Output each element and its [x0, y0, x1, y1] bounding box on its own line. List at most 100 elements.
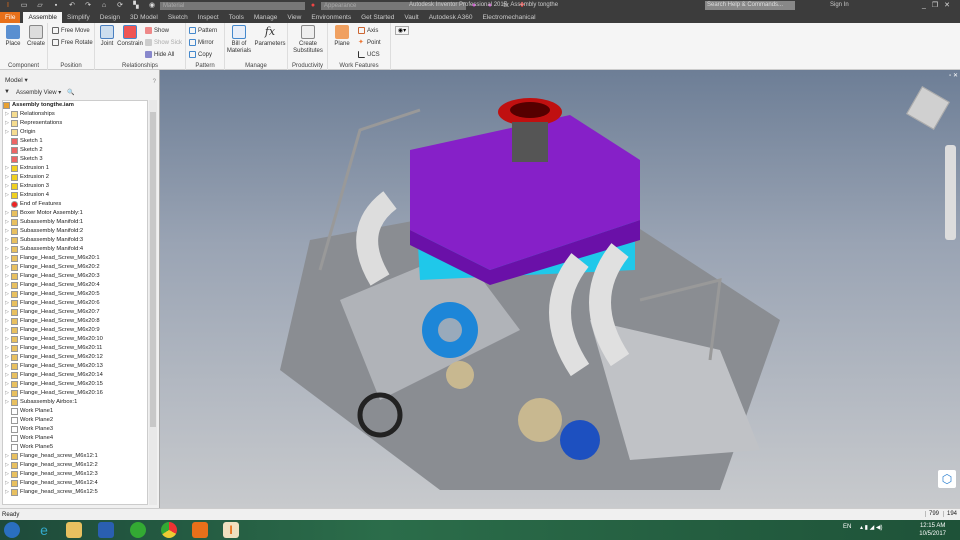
- tab-a360[interactable]: Autodesk A360: [424, 12, 478, 23]
- expand-icon[interactable]: ▷: [3, 470, 11, 479]
- tree-item[interactable]: ▷ Flange_Head_Screw_M6x20:6: [3, 299, 147, 308]
- media-player-icon[interactable]: [98, 522, 114, 538]
- foxit-icon[interactable]: [192, 522, 208, 538]
- expand-icon[interactable]: ▷: [3, 263, 11, 272]
- restore-button[interactable]: ❐: [932, 2, 944, 9]
- tree-item[interactable]: ▷ Subassembly Manifold:4: [3, 245, 147, 254]
- expand-icon[interactable]: ▷: [3, 182, 11, 191]
- tab-inspect[interactable]: Inspect: [193, 12, 224, 23]
- coccoc-icon[interactable]: [130, 522, 146, 538]
- tree-item[interactable]: ▷ Flange_Head_Screw_M6x20:10: [3, 335, 147, 344]
- tree-item[interactable]: Work Plane2: [3, 416, 147, 425]
- tab-manage[interactable]: Manage: [249, 12, 283, 23]
- explorer-icon[interactable]: [66, 522, 82, 538]
- assembly-view-dropdown[interactable]: Assembly View ▾: [16, 89, 61, 96]
- tree-item[interactable]: ▷ Subassembly Manifold:1: [3, 218, 147, 227]
- position-panel-label[interactable]: Position: [48, 63, 94, 69]
- tree-item[interactable]: Work Plane5: [3, 443, 147, 452]
- create-substitutes-button[interactable]: Create Substitutes: [290, 25, 326, 55]
- tree-item[interactable]: Sketch 2: [3, 146, 147, 155]
- expand-icon[interactable]: ▷: [3, 119, 11, 128]
- ie-icon[interactable]: e: [36, 522, 52, 538]
- tab-3d-model[interactable]: 3D Model: [125, 12, 163, 23]
- expand-icon[interactable]: ▷: [3, 461, 11, 470]
- free-rotate-button[interactable]: Free Rotate: [52, 39, 93, 46]
- free-move-button[interactable]: Free Move: [52, 27, 90, 34]
- tree-item[interactable]: ▷ Flange_Head_Screw_M6x20:11: [3, 344, 147, 353]
- show-button[interactable]: Show: [145, 27, 169, 34]
- expand-icon[interactable]: ▷: [3, 398, 11, 407]
- app-icon[interactable]: I: [3, 2, 13, 10]
- inventor-icon[interactable]: I: [223, 522, 239, 538]
- joint-button[interactable]: Joint: [97, 25, 117, 48]
- tree-item[interactable]: ▷ Flange_Head_Screw_M6x20:4: [3, 281, 147, 290]
- tree-item[interactable]: ▷ Flange_Head_Screw_M6x20:8: [3, 317, 147, 326]
- pattern-panel-label[interactable]: Pattern: [186, 63, 224, 69]
- tab-assemble[interactable]: Assemble: [23, 12, 63, 23]
- expand-icon[interactable]: ▷: [3, 245, 11, 254]
- expand-icon[interactable]: ▷: [3, 317, 11, 326]
- tree-item[interactable]: ▷ Subassembly Airbox:1: [3, 398, 147, 407]
- tree-item[interactable]: ▷ Flange_head_screw_M6x12:3: [3, 470, 147, 479]
- minimize-button[interactable]: _: [922, 2, 932, 9]
- plane-button[interactable]: Plane: [331, 25, 353, 48]
- hide-all-button[interactable]: Hide All: [145, 51, 174, 58]
- expand-icon[interactable]: ▷: [3, 335, 11, 344]
- expand-icon[interactable]: ▷: [3, 254, 11, 263]
- tree-item[interactable]: End of Features: [3, 200, 147, 209]
- expand-icon[interactable]: ▷: [3, 299, 11, 308]
- tree-item[interactable]: ▷ Flange_Head_Screw_M6x20:16: [3, 389, 147, 398]
- home-icon[interactable]: ⌂: [99, 2, 109, 10]
- expand-icon[interactable]: ▷: [3, 308, 11, 317]
- parameters-button[interactable]: fx Parameters: [253, 25, 287, 48]
- select-icon[interactable]: ▚: [131, 2, 141, 10]
- expand-icon[interactable]: ▷: [3, 290, 11, 299]
- tree-item[interactable]: ▷ Flange_head_screw_M6x12:4: [3, 479, 147, 488]
- expand-icon[interactable]: ▷: [3, 452, 11, 461]
- language-indicator[interactable]: EN: [843, 524, 851, 530]
- material-dropdown[interactable]: Material: [160, 1, 305, 10]
- tree-item[interactable]: ▷ Flange_Head_Screw_M6x20:2: [3, 263, 147, 272]
- new-icon[interactable]: ▭: [19, 2, 29, 10]
- tree-item[interactable]: ▷ Flange_Head_Screw_M6x20:9: [3, 326, 147, 335]
- tree-item[interactable]: Work Plane1: [3, 407, 147, 416]
- tree-item[interactable]: Sketch 1: [3, 137, 147, 146]
- tab-vault[interactable]: Vault: [399, 12, 423, 23]
- tree-item[interactable]: Sketch 3: [3, 155, 147, 164]
- tab-design[interactable]: Design: [95, 12, 125, 23]
- tab-view[interactable]: View: [282, 12, 306, 23]
- tab-environments[interactable]: Environments: [306, 12, 356, 23]
- filter-icon[interactable]: ▼: [4, 89, 10, 96]
- tree-item[interactable]: ▷ Extrusion 1: [3, 164, 147, 173]
- expand-icon[interactable]: ▷: [3, 488, 11, 497]
- expand-icon[interactable]: ▷: [3, 380, 11, 389]
- undo-icon[interactable]: ↶: [67, 2, 77, 10]
- tree-item[interactable]: ▷ Flange_Head_Screw_M6x20:15: [3, 380, 147, 389]
- search-input[interactable]: Search Help & Commands...: [705, 1, 795, 10]
- copy-button[interactable]: Copy: [189, 51, 212, 58]
- expand-icon[interactable]: ▷: [3, 218, 11, 227]
- start-button[interactable]: [4, 522, 20, 538]
- tray-icons[interactable]: ▴ ▮ ◢ ◀): [860, 524, 883, 531]
- expand-icon[interactable]: ▷: [3, 110, 11, 119]
- tree-root[interactable]: Assembly tongthe.iam: [3, 101, 147, 110]
- tab-file[interactable]: File: [0, 12, 21, 23]
- expand-icon[interactable]: ▷: [3, 128, 11, 137]
- mirror-button[interactable]: Mirror: [189, 39, 214, 46]
- viewport-controls[interactable]: ▫ ✕: [949, 72, 958, 79]
- tree-item[interactable]: Work Plane3: [3, 425, 147, 434]
- relationships-panel-label[interactable]: Relationships: [95, 63, 185, 69]
- tree-item[interactable]: ▷ Extrusion 3: [3, 182, 147, 191]
- place-button[interactable]: Place: [3, 25, 23, 48]
- open-icon[interactable]: ▱: [35, 2, 45, 10]
- tree-item[interactable]: ▷ Relationships: [3, 110, 147, 119]
- expand-icon[interactable]: ▷: [3, 326, 11, 335]
- help-icon[interactable]: ?: [153, 79, 156, 85]
- tree-item[interactable]: ▷ Subassembly Manifold:3: [3, 236, 147, 245]
- axis-button[interactable]: Axis: [358, 27, 378, 34]
- browser-scrollbar[interactable]: [149, 100, 157, 505]
- point-button[interactable]: ✦ Point: [358, 39, 381, 46]
- tree-item[interactable]: ▷ Flange_Head_Screw_M6x20:3: [3, 272, 147, 281]
- tree-item[interactable]: ▷ Flange_head_screw_M6x12:1: [3, 452, 147, 461]
- tree-item[interactable]: ▷ Representations: [3, 119, 147, 128]
